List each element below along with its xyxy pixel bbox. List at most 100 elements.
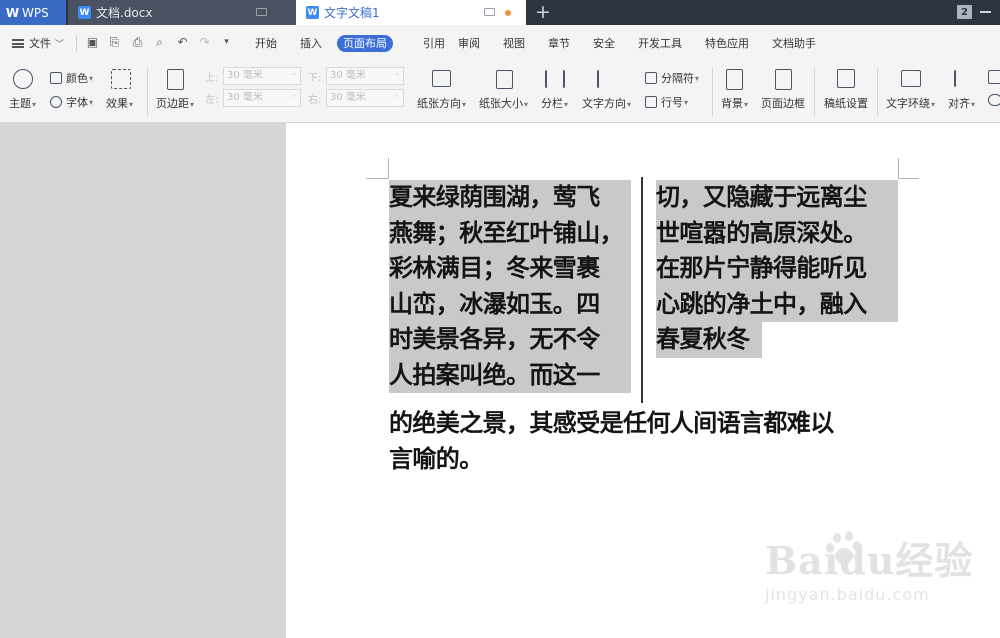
align-button[interactable]: 对齐▾ [948,95,975,111]
watermark: Baidu经验 jingyan.baidu.com [765,530,973,604]
divider [147,67,148,117]
colors-icon [50,72,62,84]
paragraph-line[interactable]: 的绝美之景，其感受是任何人间语言都难以 [389,406,834,442]
print-preview-icon[interactable]: ⌕ [153,36,166,49]
align-icon[interactable] [954,70,971,87]
margin-right-field[interactable]: 右: 30 毫米 [308,89,404,107]
new-tab-plus-icon[interactable]: + [535,1,551,23]
text-full-width[interactable]: 的绝美之景，其感受是任何人间语言都难以 言喻的。 [389,406,834,477]
paragraph-line[interactable]: 燕舞；秋至红叶铺山， [389,215,631,251]
chevron-down-icon: ﹀ [55,39,65,50]
breaks-button[interactable]: 分隔符 ▾ [645,70,699,86]
page-border-button[interactable]: 页面边框 [761,95,805,111]
margin-top-field[interactable]: 上: 30 毫米 [205,67,301,85]
paragraph-line[interactable]: 春夏秋冬 [656,322,762,358]
line-numbers-button[interactable]: 行号 ▾ [645,94,688,110]
tab-review[interactable]: 审阅 [458,35,480,51]
orientation-icon[interactable] [432,70,451,87]
paragraph-line[interactable]: 夏来绿荫围湖，莺飞 [389,180,631,216]
background-button[interactable]: 背景▾ [721,95,748,111]
text-column-left[interactable]: 夏来绿荫围湖，莺飞 燕舞；秋至红叶铺山， 彩林满目；冬来雪裹 山峦，冰瀑如玉。四… [389,180,631,393]
manuscript-settings-button[interactable]: 稿纸设置 [824,95,868,111]
paragraph-line[interactable]: 言喻的。 [389,442,834,478]
customize-chevron-icon[interactable]: ▾ [220,36,233,49]
effects-label: 效果 [106,97,128,110]
redo-icon[interactable]: ↷ [198,36,211,49]
tab-chapter[interactable]: 章节 [548,35,570,51]
background-icon[interactable] [726,69,743,90]
monitor-icon[interactable] [256,8,267,16]
paragraph-line[interactable]: 时美景各异，无不令 [389,322,631,358]
tab-page-layout[interactable]: 页面布局 [337,35,393,52]
paragraph-line[interactable]: 人拍案叫绝。而这一 [389,357,631,393]
crop-mark [366,178,389,179]
paragraph-line[interactable]: 山峦，冰瀑如玉。四 [389,286,631,322]
effects-button[interactable]: 效果▾ [106,95,133,111]
file-menu[interactable]: 文件 ﹀ [12,35,64,51]
tab-developer[interactable]: 开发工具 [638,35,682,51]
paper-size-button[interactable]: 纸张大小▾ [479,95,528,111]
margin-bottom-field[interactable]: 下: 30 毫米 [308,67,404,85]
fonts-button[interactable]: 字体 ▾ [50,94,93,110]
text-wrap-icon[interactable] [901,70,921,87]
margin-bottom-input[interactable]: 30 毫米 [326,67,404,85]
monitor-icon[interactable] [484,8,495,16]
columns-button[interactable]: 分栏▾ [541,95,568,111]
tab-special-apps[interactable]: 特色应用 [705,35,749,51]
paragraph-line[interactable]: 心跳的净土中，融入 [656,286,898,322]
text-direction-label: 文字方向 [582,97,626,110]
text-column-right[interactable]: 切，又隐藏于远离尘 世喧嚣的高原深处。 在那片宁静得能听见 心跳的净土中，融入 … [656,180,898,358]
tab-references[interactable]: 引用 [423,35,445,51]
document-tab-docx[interactable]: W 文档.docx [68,0,296,25]
page-border-icon[interactable] [775,69,792,90]
crop-mark [898,158,899,178]
paragraph-line[interactable]: 在那片宁静得能听见 [656,251,898,287]
paragraph-line[interactable]: 切，又隐藏于远离尘 [656,180,898,216]
paper-size-icon[interactable] [496,70,513,89]
tab-doc-assistant[interactable]: 文档助手 [772,35,816,51]
tab-start[interactable]: 开始 [255,35,277,51]
wps-tab-label: WPS [22,5,49,20]
window-count-badge[interactable]: 2 [957,5,972,19]
margin-top-input[interactable]: 30 毫米 [223,67,301,85]
text-direction-icon[interactable] [597,70,617,88]
text-wrap-label: 文字环绕 [886,97,930,110]
theme-button[interactable]: 主题▾ [9,95,36,111]
wps-home-tab[interactable]: W WPS [0,0,66,25]
tab-security[interactable]: 安全 [593,35,615,51]
export-icon[interactable]: ⎘ [108,36,121,49]
columns-label: 分栏 [541,97,563,110]
align-label: 对齐 [948,97,970,110]
divider [877,67,878,117]
title-tab-bar: W WPS W 文档.docx W 文字文稿1 + 2 [0,0,1000,25]
group-objects-icon[interactable] [988,70,1000,84]
active-document-tab[interactable]: W 文字文稿1 [296,0,526,25]
minimize-icon[interactable] [980,11,991,13]
columns-icon[interactable] [545,70,565,88]
paragraph-line[interactable]: 彩林满目；冬来雪裹 [389,251,631,287]
text-wrap-button[interactable]: 文字环绕▾ [886,95,935,111]
effects-icon[interactable] [111,69,131,89]
margin-right-input[interactable]: 30 毫米 [326,89,404,107]
theme-label: 主题 [9,97,31,110]
save-icon[interactable]: ▣ [86,36,99,49]
rotate-icon[interactable] [988,94,1000,106]
breaks-label: 分隔符 [661,72,694,85]
print-icon[interactable]: ⎙ [131,36,144,49]
colors-button[interactable]: 颜色 ▾ [50,70,93,86]
margin-left-field[interactable]: 左: 30 毫米 [205,89,301,107]
margin-bottom-label: 下: [308,72,322,84]
margin-left-input[interactable]: 30 毫米 [223,89,301,107]
tab-insert[interactable]: 插入 [300,35,322,51]
manuscript-grid-icon[interactable] [837,69,855,88]
orientation-button[interactable]: 纸张方向▾ [417,95,466,111]
undo-icon[interactable]: ↶ [176,36,189,49]
document-tab-label: 文档.docx [96,6,153,20]
paragraph-line[interactable]: 世喧嚣的高原深处。 [656,215,898,251]
margins-label: 页边距 [156,97,189,110]
tab-view[interactable]: 视图 [503,35,525,51]
margins-icon[interactable] [167,69,184,90]
text-direction-button[interactable]: 文字方向▾ [582,95,631,111]
theme-palette-icon[interactable] [13,69,33,89]
margins-button[interactable]: 页边距▾ [156,95,194,111]
